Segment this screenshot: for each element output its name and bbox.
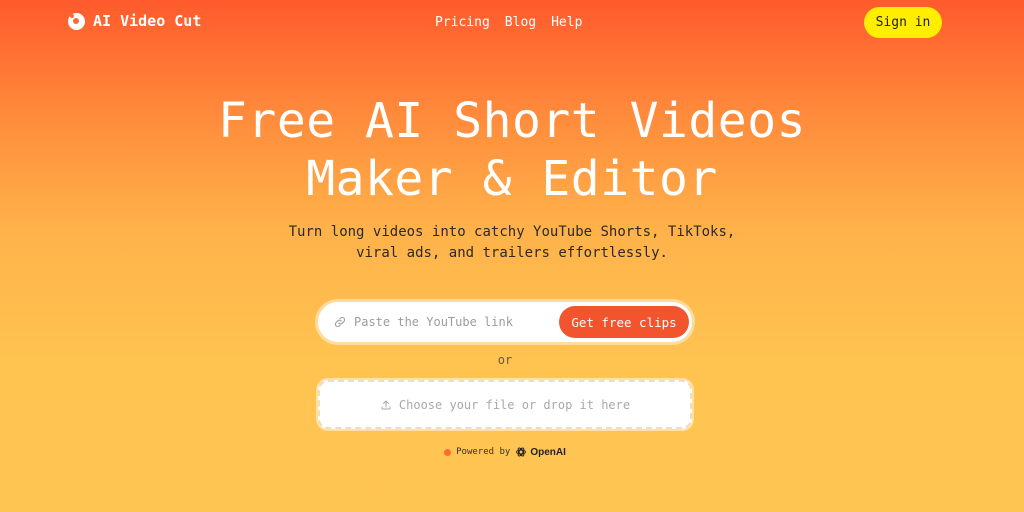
powered-by: Powered by OpenAI [0,446,1010,458]
file-drop-label: Choose your file or drop it here [398,397,631,412]
subtitle-line-1: Turn long videos into catchy YouTube Sho… [288,224,736,240]
top-nav: AI Video Cut Pricing Blog Help Sign in [0,0,1024,46]
subtitle-line-2: viral ads, and trailers effortlessly. [356,245,668,261]
openai-label: OpenAI [530,446,566,458]
brand-name: AI Video Cut [93,12,202,30]
link-icon [334,316,346,328]
page-title: Free AI Short Videos Maker & Editor [0,92,1024,208]
file-drop-zone[interactable]: Choose your file or drop it here [318,380,692,429]
nav-link-blog[interactable]: Blog [505,15,536,30]
openai-icon [516,447,527,457]
get-free-clips-button[interactable]: Get free clips [559,306,689,338]
title-line-2: Maker & Editor [306,151,718,207]
nav-link-pricing[interactable]: Pricing [435,15,490,30]
or-separator: or [497,353,513,367]
title-line-1: Free AI Short Videos [218,93,806,149]
upload-icon [381,400,391,409]
logo-icon [68,12,85,30]
openai-logo: OpenAI [515,446,566,458]
brand-logo[interactable]: AI Video Cut [68,12,201,30]
page-subtitle: Turn long videos into catchy YouTube Sho… [0,222,1024,264]
nav-link-help[interactable]: Help [551,15,582,30]
powered-by-label: Powered by [456,447,511,457]
youtube-link-form: Get free clips [318,302,692,342]
sign-in-button[interactable]: Sign in [864,7,942,38]
nav-links: Pricing Blog Help [435,15,582,30]
youtube-link-input[interactable] [354,315,544,329]
status-dot [444,448,452,456]
